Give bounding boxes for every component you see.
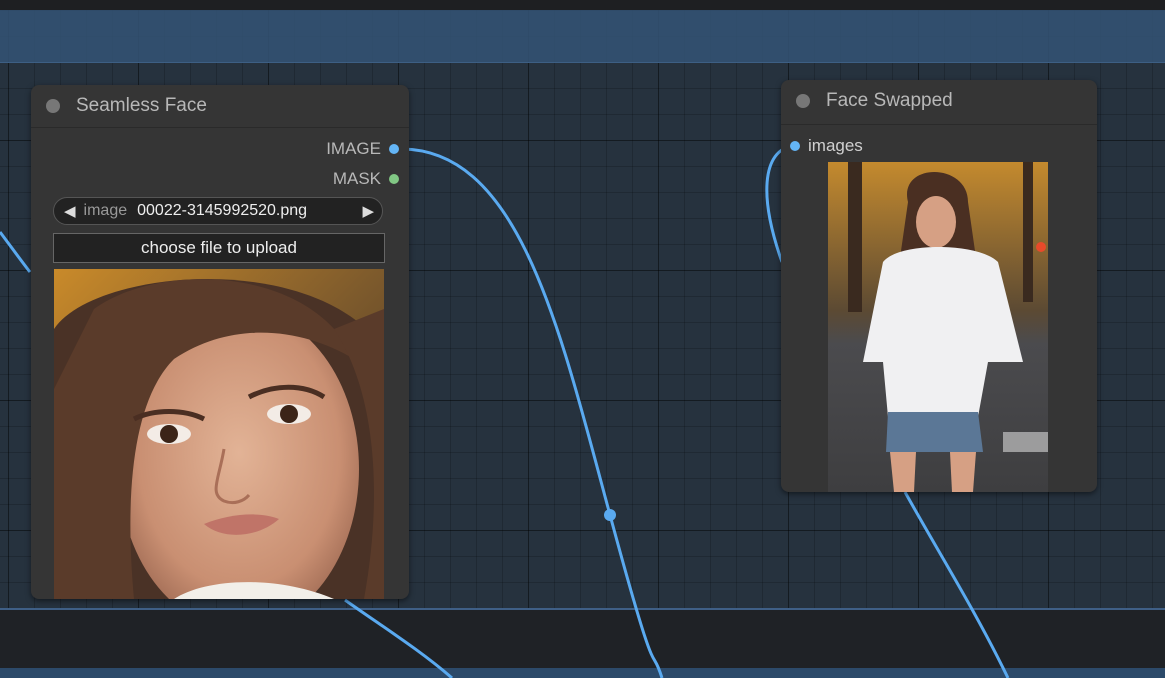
image-preview <box>828 162 1048 492</box>
output-slot-image[interactable]: IMAGE <box>326 139 399 159</box>
input-dot-icon[interactable] <box>790 141 800 151</box>
input-label: images <box>808 136 863 155</box>
upload-button[interactable]: choose file to upload <box>53 233 385 263</box>
combo-value: 00022-3145992520.png <box>137 202 308 219</box>
collapse-dot-icon[interactable] <box>796 94 810 108</box>
node-title: Seamless Face <box>76 95 207 116</box>
group-band-bottom[interactable] <box>0 608 1165 672</box>
node-title-bar[interactable]: Seamless Face <box>31 85 409 128</box>
image-preview <box>54 269 384 599</box>
prev-arrow-icon[interactable]: ◀ <box>54 202 84 220</box>
bottom-bar <box>0 668 1165 678</box>
node-title-bar[interactable]: Face Swapped <box>781 80 1097 125</box>
next-arrow-icon[interactable]: ▶ <box>352 202 382 220</box>
input-slot-images[interactable]: images <box>790 136 863 156</box>
combo-label: image <box>83 202 128 219</box>
node-seamless-face[interactable]: Seamless Face IMAGE MASK ◀ image 00022-3… <box>31 85 409 599</box>
group-band-top[interactable] <box>0 10 1165 63</box>
collapse-dot-icon[interactable] <box>46 99 60 113</box>
output-label: IMAGE <box>326 139 381 158</box>
node-face-swapped[interactable]: Face Swapped images <box>781 80 1097 492</box>
image-combo-widget[interactable]: ◀ image 00022-3145992520.png ▶ <box>53 197 383 225</box>
output-label: MASK <box>332 169 381 188</box>
output-slot-mask[interactable]: MASK <box>333 169 399 189</box>
node-title: Face Swapped <box>826 90 953 111</box>
output-dot-icon[interactable] <box>389 144 399 154</box>
top-bar <box>0 0 1165 10</box>
output-dot-icon[interactable] <box>389 174 399 184</box>
